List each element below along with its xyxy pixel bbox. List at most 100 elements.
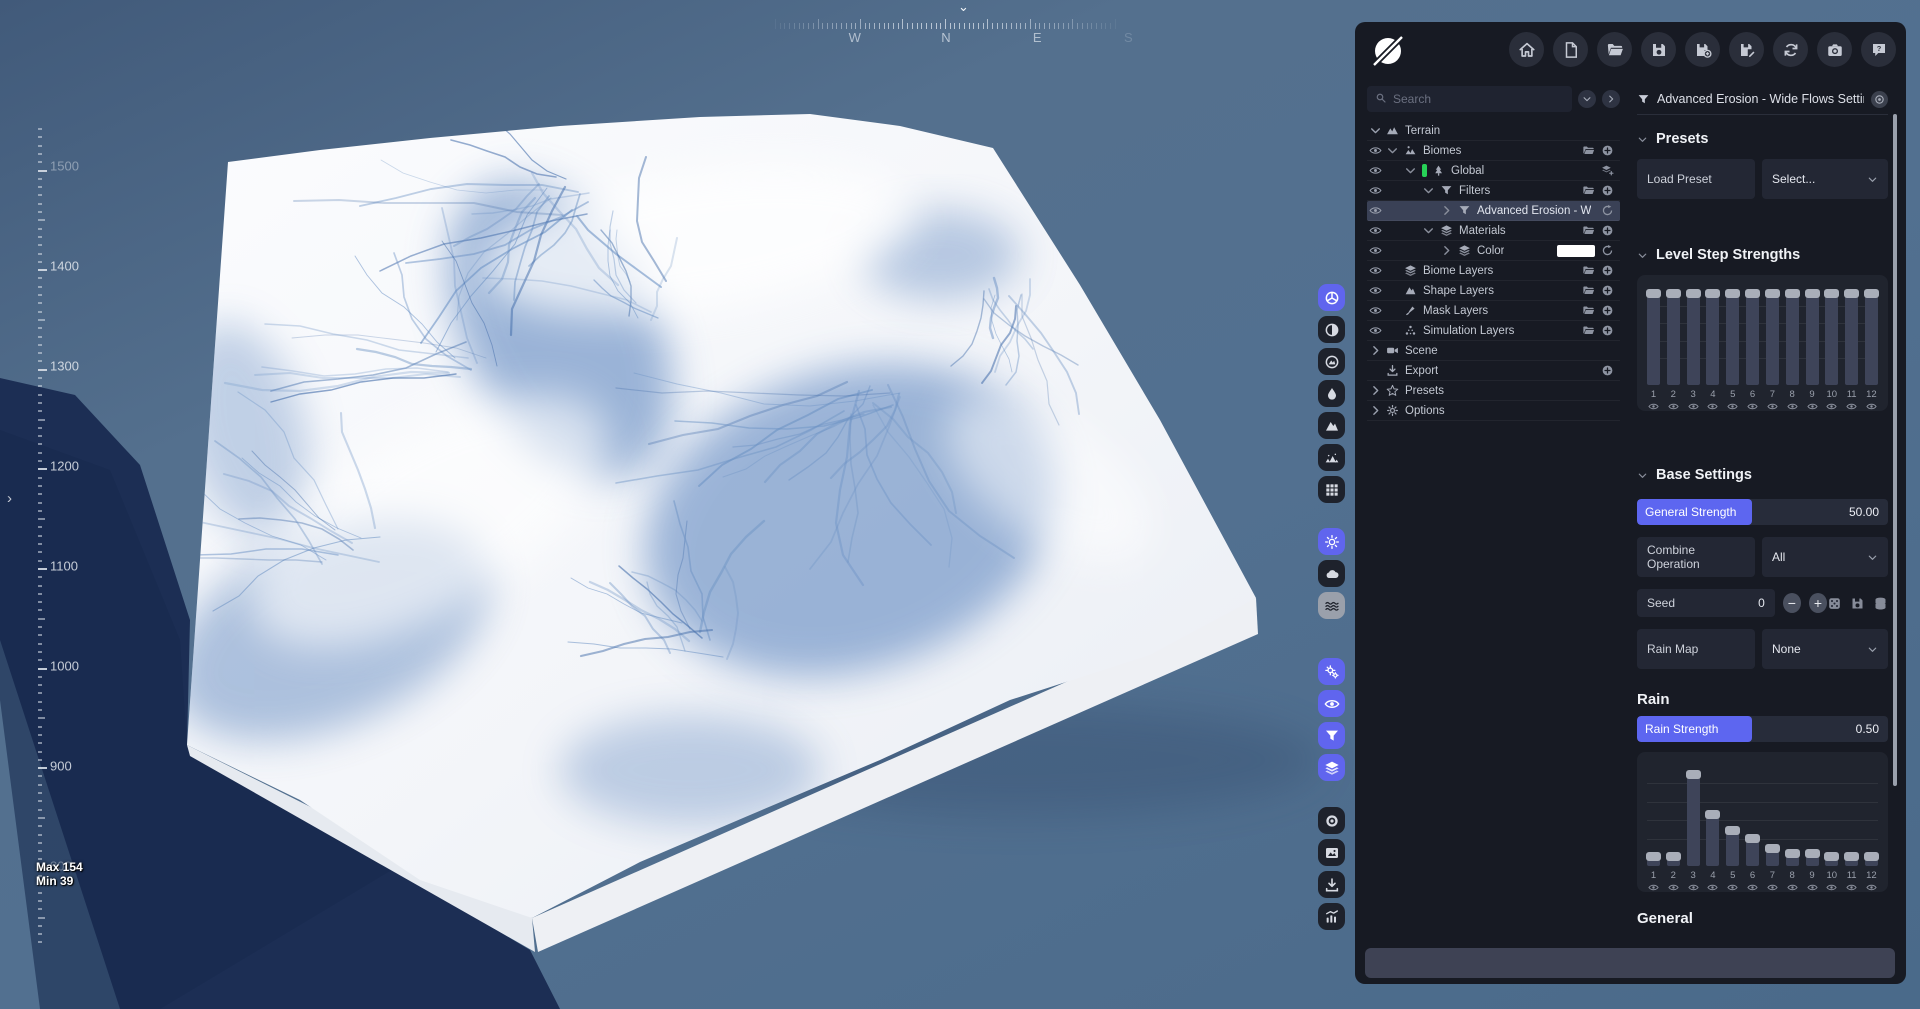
grid-button[interactable] xyxy=(1318,476,1345,503)
gears-button[interactable] xyxy=(1318,658,1345,685)
home-button[interactable] xyxy=(1509,32,1544,67)
slider-visibility-toggle[interactable] xyxy=(1806,401,1818,412)
plus-button[interactable] xyxy=(1601,284,1614,297)
tree-row-mask-layers[interactable]: Mask Layers xyxy=(1367,301,1620,321)
tree-row-biomes[interactable]: Biomes xyxy=(1367,141,1620,161)
level-slider-10[interactable]: 10 xyxy=(1823,774,1840,893)
expand-chevron[interactable] xyxy=(1369,124,1386,137)
tree-row-options[interactable]: Options xyxy=(1367,401,1620,421)
slider-visibility-toggle[interactable] xyxy=(1747,401,1758,412)
cloud-button[interactable] xyxy=(1318,560,1345,587)
slider-visibility-toggle[interactable] xyxy=(1727,882,1738,893)
download-button[interactable] xyxy=(1318,871,1345,898)
slider-visibility-toggle[interactable] xyxy=(1767,882,1778,893)
open-project-button[interactable] xyxy=(1597,32,1632,67)
layers-plus-button[interactable] xyxy=(1601,164,1614,177)
search-input[interactable]: Search xyxy=(1367,86,1572,112)
folder-button[interactable] xyxy=(1582,284,1595,297)
level-slider-4[interactable]: 4 xyxy=(1704,289,1721,412)
slider-visibility-toggle[interactable] xyxy=(1747,882,1758,893)
save-edit-button[interactable] xyxy=(1729,32,1764,67)
level-slider-12[interactable]: 12 xyxy=(1863,289,1880,412)
level-slider-6[interactable]: 6 xyxy=(1744,774,1761,893)
slider-visibility-toggle[interactable] xyxy=(1648,882,1659,893)
folder-button[interactable] xyxy=(1582,224,1595,237)
visibility-toggle[interactable] xyxy=(1369,204,1386,217)
folder-button[interactable] xyxy=(1582,324,1595,337)
expand-chevron[interactable] xyxy=(1440,204,1458,217)
expand-chevron[interactable] xyxy=(1422,184,1440,197)
plus-button[interactable] xyxy=(1601,264,1614,277)
level-slider-10[interactable]: 10 xyxy=(1823,289,1840,412)
expand-chevron[interactable] xyxy=(1386,144,1404,157)
level-slider-8[interactable]: 8 xyxy=(1784,774,1801,893)
visibility-toggle[interactable] xyxy=(1369,164,1386,177)
visibility-toggle[interactable] xyxy=(1369,324,1386,337)
slider-visibility-toggle[interactable] xyxy=(1806,882,1818,893)
tree-row-shape-layers[interactable]: Shape Layers xyxy=(1367,281,1620,301)
level-slider-5[interactable]: 5 xyxy=(1724,289,1741,412)
expand-chevron[interactable] xyxy=(1404,164,1422,177)
slider-visibility-toggle[interactable] xyxy=(1648,401,1659,412)
slider-visibility-toggle[interactable] xyxy=(1846,882,1857,893)
level-slider-8[interactable]: 8 xyxy=(1784,289,1801,412)
general-strength-slider[interactable]: General Strength 50.00 xyxy=(1637,499,1888,525)
level-slider-2[interactable]: 2 xyxy=(1665,289,1682,412)
expand-chevron[interactable] xyxy=(1369,344,1386,357)
collapse-all-button[interactable] xyxy=(1578,90,1596,108)
help-button[interactable]: ? xyxy=(1861,32,1896,67)
folder-button[interactable] xyxy=(1582,144,1595,157)
level-slider-3[interactable]: 3 xyxy=(1685,769,1702,893)
tree-row-presets[interactable]: Presets xyxy=(1367,381,1620,401)
rain-map-select[interactable]: None xyxy=(1762,629,1888,669)
seed-field[interactable]: Seed 0 xyxy=(1637,589,1775,617)
stats-button[interactable] xyxy=(1318,903,1345,930)
color-swatch[interactable] xyxy=(1557,244,1595,257)
rain-levels-chart[interactable]: 1 2 3 4 5 6 7 8 9 10 11 12 xyxy=(1637,752,1888,892)
compass-ruler[interactable]: ⌄ W N E S xyxy=(775,0,1155,46)
section-presets[interactable]: Presets xyxy=(1637,131,1888,147)
level-slider-2[interactable]: 2 xyxy=(1665,774,1682,893)
combine-operation-select[interactable]: All xyxy=(1762,537,1888,577)
plus-button[interactable] xyxy=(1601,144,1614,157)
level-step-chart[interactable]: 1 2 3 4 5 6 7 8 9 10 11 12 xyxy=(1637,275,1888,411)
level-slider-5[interactable]: 5 xyxy=(1724,774,1741,893)
rain-strength-slider[interactable]: Rain Strength 0.50 xyxy=(1637,716,1888,742)
level-slider-7[interactable]: 7 xyxy=(1764,774,1781,893)
load-preset-select[interactable]: Select... xyxy=(1762,159,1888,199)
slider-visibility-toggle[interactable] xyxy=(1787,401,1798,412)
level-slider-9[interactable]: 9 xyxy=(1804,289,1821,412)
bottom-status-bar[interactable] xyxy=(1365,948,1895,978)
screenshot-button[interactable] xyxy=(1817,32,1852,67)
sync-small-button[interactable] xyxy=(1601,244,1614,257)
level-slider-11[interactable]: 11 xyxy=(1843,289,1860,412)
tree-row-global[interactable]: Global xyxy=(1367,161,1620,181)
level-slider-9[interactable]: 9 xyxy=(1804,774,1821,893)
water-drop-button[interactable] xyxy=(1318,380,1345,407)
slider-visibility-toggle[interactable] xyxy=(1707,401,1719,412)
record-button[interactable] xyxy=(1318,807,1345,834)
level-slider-1[interactable]: 1 xyxy=(1645,289,1662,412)
slider-visibility-toggle[interactable] xyxy=(1767,401,1778,412)
mountain-button[interactable] xyxy=(1318,412,1345,439)
level-slider-4[interactable]: 4 xyxy=(1704,774,1721,893)
slider-visibility-toggle[interactable] xyxy=(1668,401,1679,412)
tree-row-terrain[interactable]: Terrain xyxy=(1367,121,1620,141)
level-slider-3[interactable]: 3 xyxy=(1685,289,1702,412)
seed-decrement-button[interactable]: − xyxy=(1782,593,1801,613)
eye-button[interactable] xyxy=(1318,690,1345,717)
layers-button[interactable] xyxy=(1318,754,1345,781)
plus-button[interactable] xyxy=(1601,224,1614,237)
slider-visibility-toggle[interactable] xyxy=(1866,401,1877,412)
left-panel-expand-chevron[interactable]: › xyxy=(7,490,12,507)
seed-increment-button[interactable]: + xyxy=(1808,593,1828,613)
tree-row-scene[interactable]: Scene xyxy=(1367,341,1620,361)
tree-row-export[interactable]: Export xyxy=(1367,361,1620,381)
tree-row-simulation-layers[interactable]: Simulation Layers xyxy=(1367,321,1620,341)
seed-dice-button[interactable] xyxy=(1827,596,1842,611)
visibility-toggle[interactable] xyxy=(1369,304,1386,317)
visibility-toggle[interactable] xyxy=(1369,184,1386,197)
level-slider-6[interactable]: 6 xyxy=(1744,289,1761,412)
visibility-toggle[interactable] xyxy=(1369,144,1386,157)
slider-visibility-toggle[interactable] xyxy=(1826,401,1837,412)
